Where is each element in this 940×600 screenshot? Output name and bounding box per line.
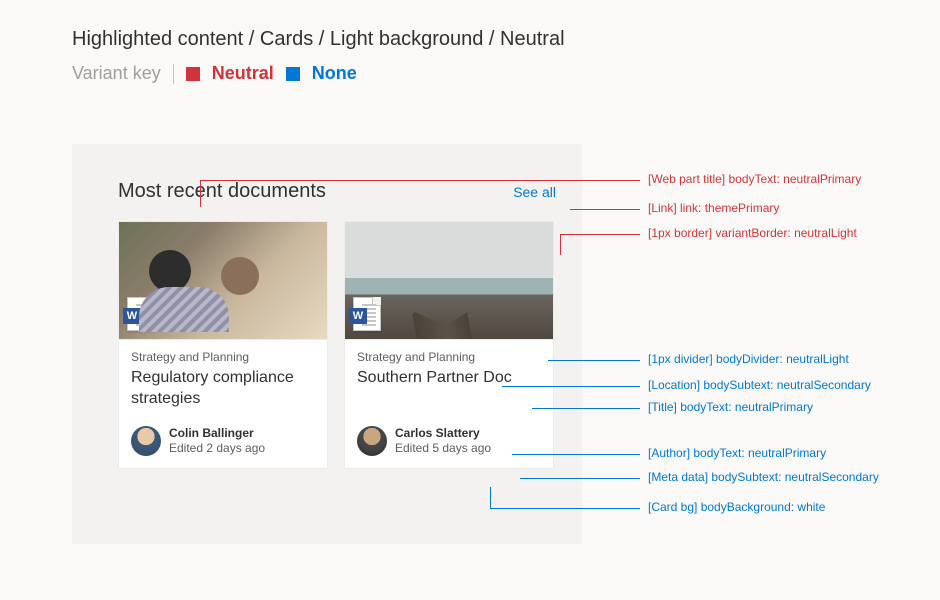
card-footer: Carlos Slattery Edited 5 days ago — [345, 418, 553, 468]
neutral-swatch-icon — [186, 67, 200, 81]
panel-header: Most recent documents See all — [118, 180, 556, 203]
page-breadcrumb: Highlighted content / Cards / Light back… — [0, 0, 940, 51]
variant-neutral-label: Neutral — [212, 63, 274, 84]
annotation-card-bg: [Card bg] bodyBackground: white — [640, 500, 825, 514]
annotation-divider: [1px divider] bodyDivider: neutralLight — [640, 352, 849, 366]
annotation-author: [Author] bodyText: neutralPrimary — [640, 446, 826, 460]
variant-key-row: Variant key Neutral None — [0, 51, 940, 84]
card-location: Strategy and Planning — [131, 350, 315, 364]
card-footer: Colin Ballinger Edited 2 days ago — [119, 418, 327, 468]
card-title: Regulatory compliance strategies — [131, 368, 315, 410]
word-file-icon: W — [127, 297, 155, 331]
annotation-title: [Title] bodyText: neutralPrimary — [640, 400, 813, 414]
card-thumbnail: W — [345, 222, 553, 340]
card-thumbnail: W — [119, 222, 327, 340]
cards-row: W Strategy and Planning Regulatory compl… — [118, 221, 556, 469]
divider — [173, 64, 174, 84]
word-file-icon: W — [353, 297, 381, 331]
author-meta: Edited 5 days ago — [395, 441, 491, 455]
avatar — [131, 426, 161, 456]
variant-key-label: Variant key — [72, 63, 161, 84]
variant-none-label: None — [312, 63, 357, 84]
annotation-border: [1px border] variantBorder: neutralLight — [640, 226, 857, 240]
annotation-meta: [Meta data] bodySubtext: neutralSecondar… — [640, 470, 879, 484]
author-name: Carlos Slattery — [395, 426, 491, 440]
card-title: Southern Partner Doc — [357, 368, 541, 389]
web-part-title: Most recent documents — [118, 180, 326, 203]
author-block: Carlos Slattery Edited 5 days ago — [395, 426, 491, 455]
avatar — [357, 426, 387, 456]
annotation-link: [Link] link: themePrimary — [640, 201, 779, 215]
document-card[interactable]: W Strategy and Planning Southern Partner… — [344, 221, 554, 469]
card-body: Strategy and Planning Regulatory complia… — [119, 340, 327, 418]
annotation-location: [Location] bodySubtext: neutralSecondary — [640, 378, 871, 392]
author-block: Colin Ballinger Edited 2 days ago — [169, 426, 265, 455]
see-all-link[interactable]: See all — [513, 184, 556, 200]
annotation-web-part-title: [Web part title] bodyText: neutralPrimar… — [640, 172, 861, 186]
card-location: Strategy and Planning — [357, 350, 541, 364]
panel-neutral-bg: Most recent documents See all W Strategy… — [72, 144, 582, 544]
author-meta: Edited 2 days ago — [169, 441, 265, 455]
card-body: Strategy and Planning Southern Partner D… — [345, 340, 553, 418]
none-swatch-icon — [286, 67, 300, 81]
document-card[interactable]: W Strategy and Planning Regulatory compl… — [118, 221, 328, 469]
author-name: Colin Ballinger — [169, 426, 265, 440]
